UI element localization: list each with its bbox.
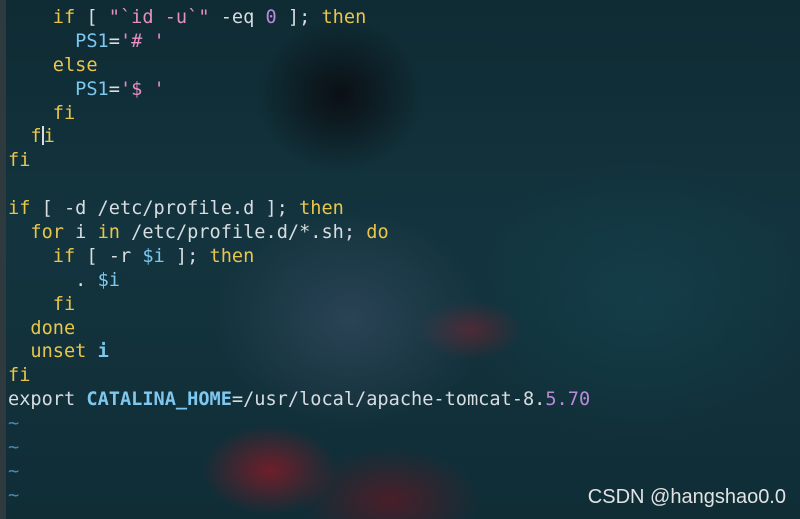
code-line[interactable]: fi xyxy=(8,293,590,317)
code-line[interactable]: PS1='# ' xyxy=(8,30,590,54)
code-token: . xyxy=(8,269,98,291)
code-line[interactable]: . $i xyxy=(8,269,590,293)
code-line[interactable]: fi xyxy=(8,149,590,173)
code-token: i xyxy=(63,222,98,244)
code-token: unset xyxy=(30,341,87,363)
code-line[interactable] xyxy=(8,173,590,197)
code-token: fi xyxy=(8,150,31,172)
empty-line-marker[interactable]: ~ xyxy=(8,460,590,484)
code-token: [ xyxy=(75,7,109,28)
code-token: fi xyxy=(8,365,31,387)
code-token: fi xyxy=(52,102,76,124)
code-token: do xyxy=(366,222,389,244)
code-token: [ -r xyxy=(75,245,143,267)
code-line[interactable]: if [ "`id -u`" -eq 0 ]; then xyxy=(8,6,590,30)
code-token: 0 xyxy=(265,7,277,28)
code-token: ~ xyxy=(8,460,20,482)
code-token: in xyxy=(97,222,120,244)
code-token: if xyxy=(52,245,76,267)
editor-buffer[interactable]: if [ "`id -u`" -eq 0 ]; then PS1='# ' el… xyxy=(8,6,590,508)
code-token: if xyxy=(52,7,76,28)
empty-line-marker[interactable]: ~ xyxy=(8,484,590,508)
code-line[interactable]: else xyxy=(8,54,590,78)
code-line[interactable]: if [ -d /etc/profile.d ]; then xyxy=(8,197,590,221)
empty-line-marker[interactable]: ~ xyxy=(8,436,590,460)
code-token: -eq xyxy=(209,7,266,28)
code-line[interactable]: fi xyxy=(8,125,590,149)
code-line[interactable]: for i in /etc/profile.d/*.sh; do xyxy=(8,221,590,245)
vim-terminal-window[interactable]: if [ "`id -u`" -eq 0 ]; then PS1='# ' el… xyxy=(0,0,800,519)
code-token: CATALINA_HOME xyxy=(86,389,232,411)
code-token: ~ xyxy=(8,437,20,459)
code-token: "`id -u`" xyxy=(108,7,210,28)
code-line[interactable]: export CATALINA_HOME=/usr/local/apache-t… xyxy=(8,388,590,412)
code-token: done xyxy=(30,317,76,339)
window-edge xyxy=(0,0,6,519)
code-token: $i xyxy=(142,245,165,267)
code-token: ~ xyxy=(8,484,20,506)
code-line[interactable]: fi xyxy=(8,102,590,126)
code-token: = xyxy=(108,78,120,100)
code-token: if xyxy=(8,198,31,220)
code-token: then xyxy=(209,245,255,267)
code-token: i xyxy=(43,126,55,148)
code-token: PS1 xyxy=(75,78,109,100)
code-line[interactable]: done xyxy=(8,317,590,341)
code-token: then xyxy=(321,7,367,28)
code-token: i xyxy=(86,341,109,363)
code-line[interactable]: if [ -r $i ]; then xyxy=(8,245,590,269)
code-line[interactable]: unset i xyxy=(8,340,590,364)
code-token: '# ' xyxy=(119,30,165,52)
csdn-watermark: CSDN @hangshao0.0 xyxy=(587,486,786,508)
code-line[interactable]: PS1='$ ' xyxy=(8,78,590,102)
code-token: [ -d /etc/profile.d ]; xyxy=(30,198,300,220)
code-token: ~ xyxy=(8,413,20,435)
code-token: = xyxy=(108,30,120,52)
code-token: $i xyxy=(97,269,120,291)
empty-line-marker[interactable]: ~ xyxy=(8,412,590,436)
code-token: for xyxy=(30,222,64,244)
code-token: ]; xyxy=(276,7,322,28)
code-token: 5.70 xyxy=(545,389,591,411)
code-token: fi xyxy=(52,293,76,315)
code-token: '$ ' xyxy=(119,78,165,100)
code-token: else xyxy=(52,54,98,76)
code-token: f xyxy=(30,126,42,148)
code-token: =/usr/local/apache-tomcat-8. xyxy=(231,389,546,411)
code-line[interactable]: fi xyxy=(8,364,590,388)
code-token: export xyxy=(8,389,87,411)
code-token: /etc/profile.d/*.sh; xyxy=(119,222,367,244)
code-token: PS1 xyxy=(75,30,109,52)
code-token: ]; xyxy=(164,245,210,267)
code-token: then xyxy=(299,198,344,220)
